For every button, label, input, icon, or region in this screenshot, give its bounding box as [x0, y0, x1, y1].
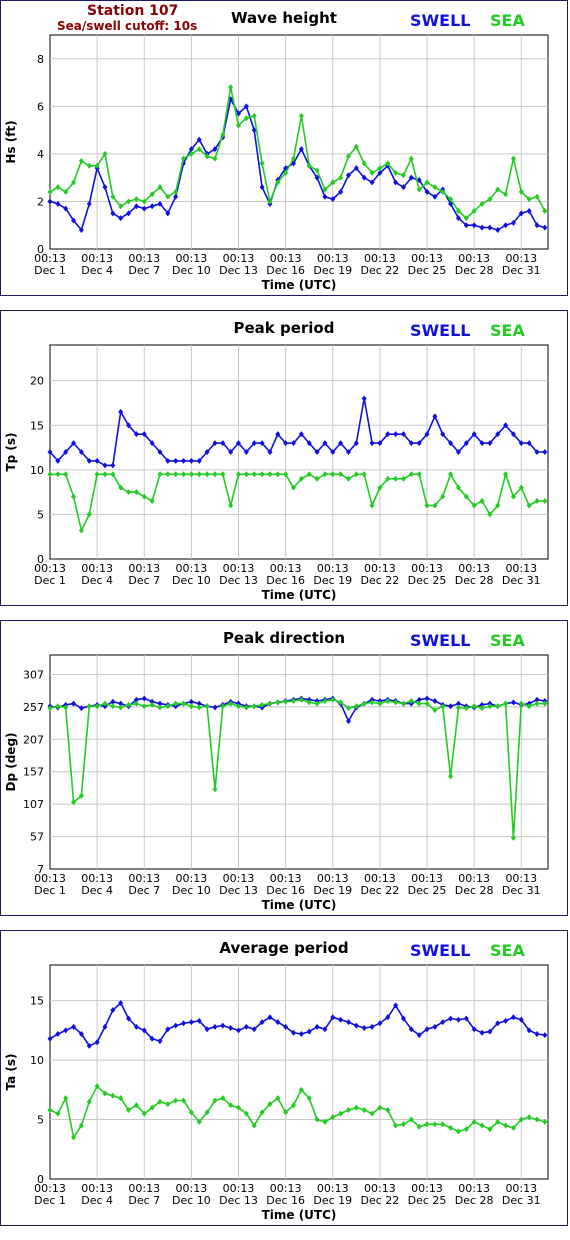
x-tick-date: Dec 19: [313, 264, 352, 277]
chart-title: Peak period: [234, 319, 335, 337]
x-tick-date: Dec 13: [219, 264, 258, 277]
y-tick-label: 10: [30, 464, 44, 477]
y-tick-label: 157: [23, 766, 44, 779]
x-tick-date: Dec 10: [172, 574, 211, 587]
x-tick-date: Dec 10: [172, 884, 211, 897]
x-tick-date: Dec 22: [361, 884, 400, 897]
x-tick-date: Dec 10: [172, 1194, 211, 1207]
y-tick-label: 10: [30, 1054, 44, 1067]
y-tick-label: 57: [30, 831, 44, 844]
x-axis-label: Time (UTC): [262, 588, 337, 602]
x-tick-date: Dec 25: [408, 884, 447, 897]
x-tick-date: Dec 22: [361, 574, 400, 587]
x-tick-date: Dec 13: [219, 1194, 258, 1207]
y-tick-label: 5: [37, 1114, 44, 1127]
legend-swell: SWELL: [410, 11, 471, 30]
x-tick-date: Dec 10: [172, 264, 211, 277]
y-tick-label: 4: [37, 148, 44, 161]
y-tick-label: 107: [23, 798, 44, 811]
wave-height-chart: Station 107Sea/swell cutoff: 10s Wave hei…: [4, 3, 549, 292]
y-axis-label: Dp (deg): [4, 732, 18, 791]
peak-direction-chart: Peak direction SWELL SEA757107157207257307…: [4, 629, 549, 912]
x-axis-label: Time (UTC): [262, 278, 337, 292]
x-tick-date: Dec 19: [313, 884, 352, 897]
x-tick-date: Dec 22: [361, 1194, 400, 1207]
x-tick-date: Dec 16: [266, 1194, 305, 1207]
x-tick-date: Dec 28: [455, 1194, 494, 1207]
x-tick-date: Dec 31: [502, 884, 541, 897]
legend-sea: SEA: [490, 11, 525, 30]
x-tick-date: Dec 7: [128, 574, 160, 587]
legend-sea: SEA: [490, 631, 525, 650]
x-tick-date: Dec 1: [34, 1194, 66, 1207]
x-tick-date: Dec 25: [408, 264, 447, 277]
y-tick-label: 20: [30, 375, 44, 388]
x-tick-date: Dec 4: [81, 1194, 113, 1207]
y-tick-label: 207: [23, 733, 44, 746]
plot-area: [49, 964, 549, 1180]
x-tick-date: Dec 16: [266, 884, 305, 897]
y-tick-label: 5: [37, 508, 44, 521]
x-tick-date: Dec 13: [219, 884, 258, 897]
legend-swell: SWELL: [410, 941, 471, 960]
x-tick-date: Dec 1: [34, 574, 66, 587]
y-tick-label: 15: [30, 995, 44, 1008]
y-axis-label: Tp (s): [4, 432, 18, 471]
x-tick-date: Dec 13: [219, 574, 258, 587]
y-tick-label: 6: [37, 100, 44, 113]
x-tick-date: Dec 7: [128, 884, 160, 897]
legend-sea: SEA: [490, 941, 525, 960]
wave-height-panel: Station 107 Sea/swell cutoff: 10s Wave hei…: [0, 0, 568, 296]
x-axis-label: Time (UTC): [262, 1208, 337, 1222]
x-tick-date: Dec 1: [34, 884, 66, 897]
x-tick-date: Dec 25: [408, 574, 447, 587]
x-tick-date: Dec 7: [128, 1194, 160, 1207]
x-tick-date: Dec 28: [455, 264, 494, 277]
y-axis-label: Hs (ft): [4, 120, 18, 163]
peak-period-chart: Peak period SWELL SEA0510152000:13Dec 100:…: [4, 319, 549, 602]
cutoff-label: Sea/swell cutoff: 10s: [57, 19, 197, 33]
peak-direction-panel: Peak direction SWELL SEA 7 57 107 157 207 257 307…: [0, 620, 568, 916]
y-tick-label: 15: [30, 419, 44, 432]
y-tick-label: 8: [37, 53, 44, 66]
plot-area: [49, 344, 549, 560]
x-tick-date: Dec 31: [502, 574, 541, 587]
y-axis-label: Ta (s): [4, 1053, 18, 1090]
x-tick-date: Dec 31: [502, 1194, 541, 1207]
x-tick-date: Dec 1: [34, 264, 66, 277]
x-tick-date: Dec 4: [81, 884, 113, 897]
average-period-chart: Average period SWELL SEA05101500:13Dec 100…: [4, 939, 549, 1222]
x-tick-date: Dec 16: [266, 264, 305, 277]
legend-sea: SEA: [490, 321, 525, 340]
y-tick-label: 257: [23, 701, 44, 714]
x-tick-date: Dec 28: [455, 574, 494, 587]
chart-title: Average period: [219, 939, 348, 957]
x-tick-date: Dec 4: [81, 574, 113, 587]
x-axis-label: Time (UTC): [262, 898, 337, 912]
average-period-panel: Average period SWELL SEA 0 5 10 15 00:13 Dec 1 00…: [0, 930, 568, 1226]
x-tick-date: Dec 4: [81, 264, 113, 277]
y-tick-label: 307: [23, 668, 44, 681]
x-tick-date: Dec 16: [266, 574, 305, 587]
x-tick-date: Dec 31: [502, 264, 541, 277]
x-tick-date: Dec 25: [408, 1194, 447, 1207]
plot-area: [49, 34, 549, 250]
x-tick-date: Dec 7: [128, 264, 160, 277]
y-tick-label: 2: [37, 195, 44, 208]
legend-swell: SWELL: [410, 631, 471, 650]
chart-title: Wave height: [231, 9, 337, 27]
peak-period-panel: Peak period SWELL SEA 0 5 10 15 20 00:13 Dec 1 00:…: [0, 310, 568, 606]
x-tick-date: Dec 22: [361, 264, 400, 277]
station-label: Station 107: [87, 3, 178, 19]
x-tick-date: Dec 28: [455, 884, 494, 897]
chart-title: Peak direction: [223, 629, 345, 647]
x-tick-date: Dec 19: [313, 1194, 352, 1207]
x-tick-date: Dec 19: [313, 574, 352, 587]
legend-swell: SWELL: [410, 321, 471, 340]
